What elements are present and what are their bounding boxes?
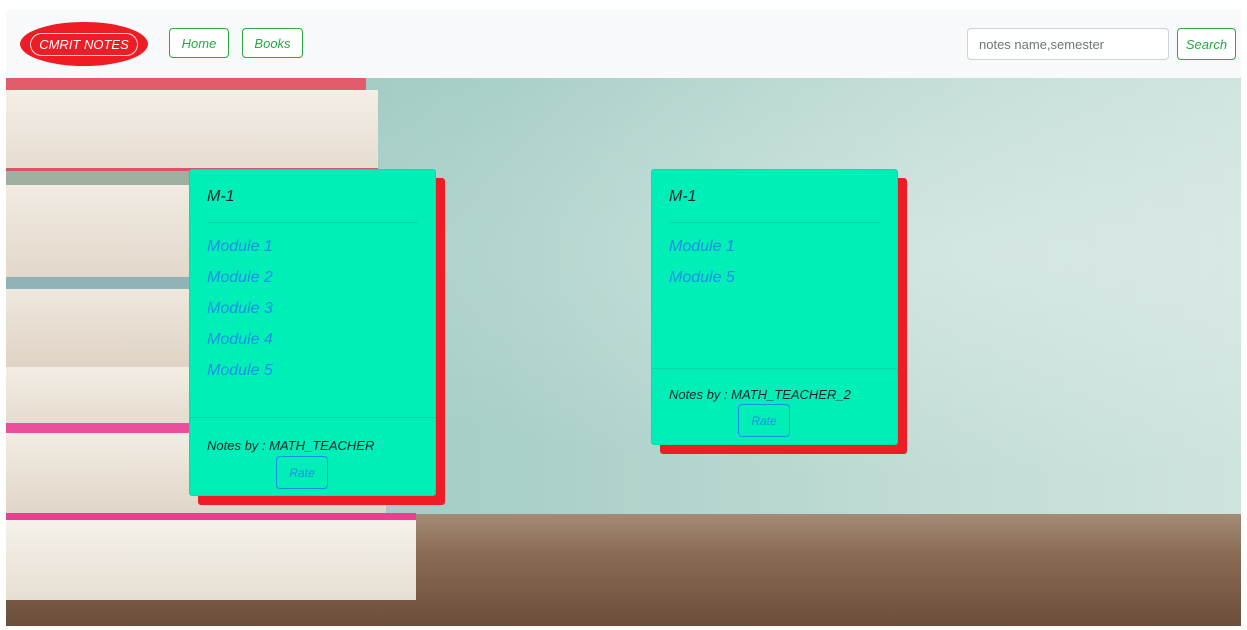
notes-author: Notes by : MATH_TEACHER — [207, 438, 375, 453]
book-spine — [6, 78, 366, 90]
notes-author: Notes by : MATH_TEACHER_2 — [669, 387, 851, 402]
card-footer: Notes by : MATH_TEACHER_2 Rate — [652, 368, 897, 444]
book-spine — [6, 90, 378, 171]
module-link[interactable]: Module 4 — [207, 327, 273, 358]
card-divider — [207, 222, 418, 223]
page-frame: CMRIT NOTES Home Books Search M-1 — [6, 10, 1241, 626]
card-divider — [669, 222, 880, 223]
rate-button[interactable]: Rate — [738, 404, 790, 437]
module-link[interactable]: Module 2 — [207, 265, 273, 296]
rate-button[interactable]: Rate — [276, 456, 328, 489]
card-body: M-1 Module 1 Module 5 Notes by : MATH_TE… — [651, 169, 898, 445]
notes-card: M-1 Module 1 Module 5 Notes by : MATH_TE… — [651, 169, 907, 454]
search-button[interactable]: Search — [1177, 28, 1236, 60]
card-body: M-1 Module 1 Module 2 Module 3 Module 4 … — [189, 169, 436, 496]
brand-label: CMRIT NOTES — [30, 32, 138, 56]
module-link[interactable]: Module 1 — [669, 234, 735, 265]
search-input[interactable] — [967, 28, 1169, 60]
module-list: Module 1 Module 2 Module 3 Module 4 Modu… — [207, 234, 273, 389]
module-link[interactable]: Module 3 — [207, 296, 273, 327]
book-spine — [6, 514, 416, 600]
nav-home-button[interactable]: Home — [169, 28, 229, 58]
card-footer: Notes by : MATH_TEACHER Rate — [190, 417, 435, 495]
module-link[interactable]: Module 1 — [207, 234, 273, 265]
notes-card: M-1 Module 1 Module 2 Module 3 Module 4 … — [189, 169, 445, 505]
card-title: M-1 — [669, 188, 697, 205]
card-title: M-1 — [207, 188, 235, 205]
module-list: Module 1 Module 5 — [669, 234, 735, 296]
top-navbar: CMRIT NOTES Home Books Search — [6, 10, 1241, 78]
brand-logo[interactable]: CMRIT NOTES — [20, 22, 148, 66]
module-link[interactable]: Module 5 — [669, 265, 735, 296]
module-link[interactable]: Module 5 — [207, 358, 273, 389]
nav-books-button[interactable]: Books — [242, 28, 303, 58]
